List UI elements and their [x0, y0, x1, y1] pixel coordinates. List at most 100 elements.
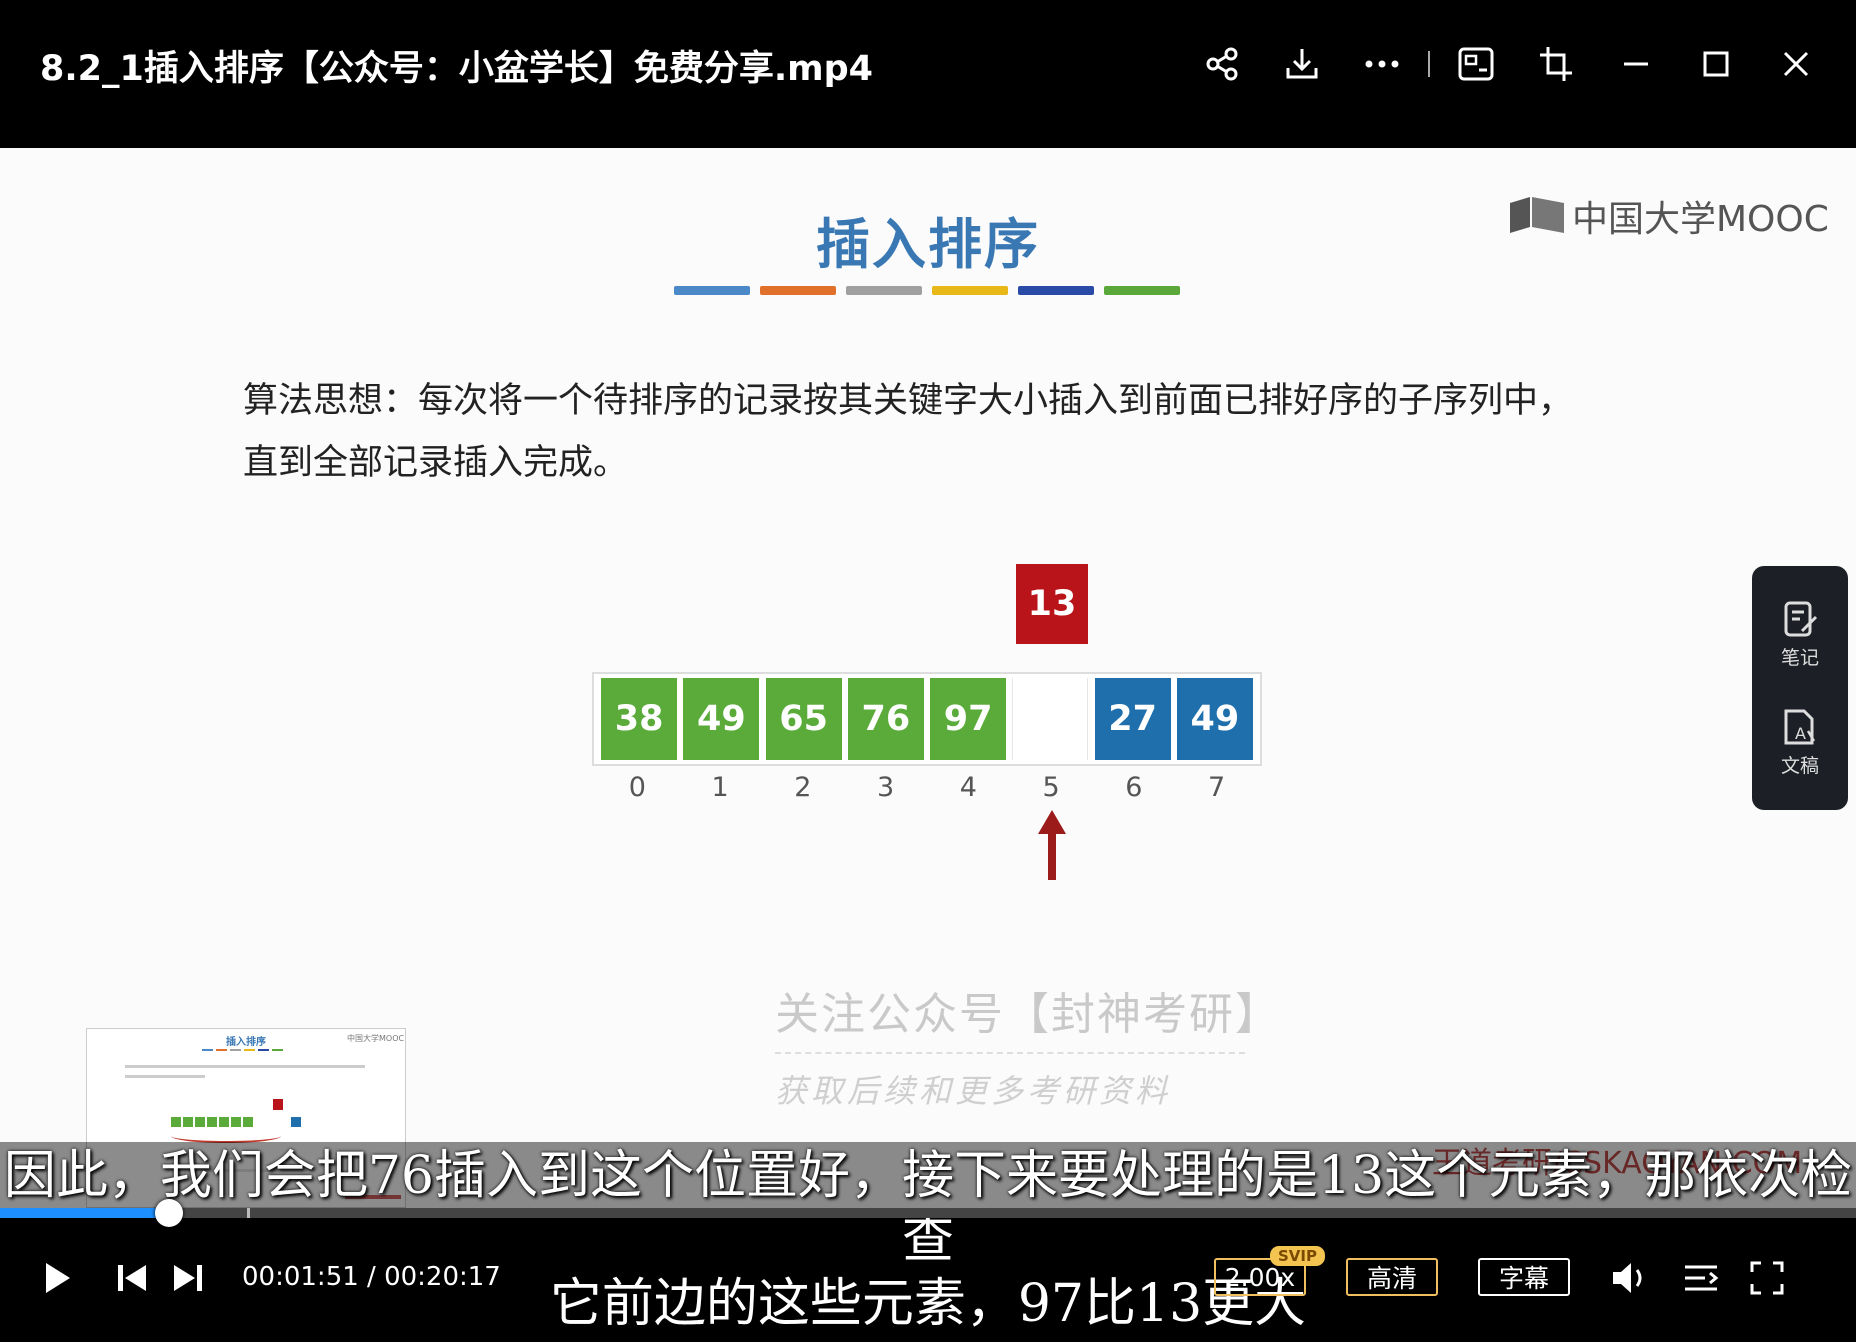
- title-color-bar: [760, 286, 836, 295]
- thumbnail-cell: [195, 1117, 205, 1127]
- total-time: 00:20:17: [384, 1262, 501, 1292]
- thumbnail-cell: [243, 1117, 253, 1127]
- watermark-line-2: 获取后续和更多考研资料: [775, 1072, 1172, 1110]
- previous-button[interactable]: [112, 1254, 152, 1302]
- array-cell-3: 76: [847, 678, 924, 760]
- play-icon: [46, 1263, 70, 1293]
- array-index-6: 6: [1125, 772, 1143, 803]
- array-cell-7: 49: [1176, 678, 1253, 760]
- title-bar: 8.2_1插入排序【公众号：小盆学长】免费分享.mp4: [0, 0, 1856, 146]
- array-index-7: 7: [1208, 772, 1226, 803]
- volume-icon: [1613, 1263, 1642, 1293]
- thumbnail-cell: [183, 1117, 193, 1127]
- insert-position-arrow-icon: [1038, 810, 1066, 880]
- array-cell-0: 38: [601, 678, 678, 760]
- download-icon[interactable]: [1262, 36, 1342, 92]
- next-button[interactable]: [168, 1254, 208, 1302]
- thumbnail-annotation: [171, 1129, 281, 1143]
- mooc-logo: 中国大学MOOC: [1508, 190, 1829, 242]
- thumbnail-color-bar: [230, 1049, 241, 1051]
- thumbnail-cells: [171, 1117, 253, 1127]
- close-icon[interactable]: [1756, 36, 1836, 92]
- window-controls: [1182, 36, 1836, 92]
- mooc-logo-text: 中国大学MOOC: [1572, 199, 1829, 240]
- svg-text:A: A: [1795, 724, 1806, 743]
- more-icon[interactable]: [1342, 36, 1422, 92]
- subtitle-button[interactable]: 字幕: [1478, 1258, 1570, 1296]
- notes-button[interactable]: 笔记: [1780, 599, 1820, 670]
- array-index-4: 4: [959, 772, 977, 803]
- title-color-bar: [1018, 286, 1094, 295]
- array-cell-4: 97: [930, 678, 1007, 760]
- title-color-bar: [674, 286, 750, 295]
- title-color-bar: [846, 286, 922, 295]
- array-index-1: 1: [711, 772, 729, 803]
- time-separator: /: [367, 1262, 376, 1292]
- seek-bar[interactable]: [0, 1199, 1856, 1227]
- thumbnail-text-line: [125, 1075, 205, 1078]
- array-cells: 38 49 65 76 97 27 49: [592, 672, 1262, 766]
- array-index-0: 0: [628, 772, 646, 803]
- seek-buffer-marker: [246, 1208, 250, 1218]
- thumbnail-cell: [207, 1117, 217, 1127]
- previous-icon: [118, 1265, 146, 1291]
- crop-icon[interactable]: [1516, 36, 1596, 92]
- thumbnail-text-line: [125, 1065, 365, 1068]
- next-icon: [174, 1265, 202, 1291]
- thumbnail-cell: [231, 1117, 241, 1127]
- thumbnail-color-bar: [202, 1049, 213, 1051]
- key-element: 13: [1016, 564, 1088, 644]
- screenshot-icon[interactable]: [1436, 36, 1516, 92]
- side-panel: 笔记 A 文稿: [1752, 566, 1848, 810]
- thumbnail-key: [273, 1099, 283, 1110]
- array-index-5: 5: [1042, 772, 1060, 803]
- thumbnail-color-bars: [202, 1049, 283, 1051]
- play-button[interactable]: [36, 1254, 80, 1302]
- title-color-bar: [1104, 286, 1180, 295]
- thumbnail-cell: [171, 1117, 181, 1127]
- array-cell-5: [1012, 678, 1089, 760]
- playlist-button[interactable]: [1676, 1254, 1726, 1302]
- current-time: 00:01:51: [242, 1262, 359, 1292]
- player-controls: 00:01:51 / 00:20:17: [0, 1218, 1856, 1342]
- fullscreen-icon: [1750, 1261, 1784, 1295]
- toolbar-divider: [1428, 51, 1430, 77]
- array-index-3: 3: [877, 772, 895, 803]
- thumbnail-cell: [219, 1117, 229, 1127]
- thumbnail-color-bar: [258, 1049, 269, 1051]
- time-display: 00:01:51 / 00:20:17: [242, 1262, 501, 1292]
- thumbnail-color-bar: [244, 1049, 255, 1051]
- watermark-divider: [775, 1052, 1245, 1054]
- maximize-icon[interactable]: [1676, 36, 1756, 92]
- thumbnail-logo: 中国大学MOOC: [347, 1034, 405, 1043]
- fullscreen-button[interactable]: [1742, 1254, 1792, 1302]
- mooc-book-icon: [1510, 197, 1564, 233]
- array-cell-6: 27: [1094, 678, 1171, 760]
- array-cell-2: 65: [765, 678, 842, 760]
- array-indices: 0 1 2 3 4 5 6 7: [592, 772, 1262, 803]
- volume-button[interactable]: [1608, 1254, 1658, 1302]
- share-icon[interactable]: [1182, 36, 1262, 92]
- quality-button[interactable]: 高清: [1346, 1258, 1438, 1296]
- video-title: 8.2_1插入排序【公众号：小盆学长】免费分享.mp4: [40, 49, 874, 89]
- transcript-button[interactable]: A 文稿: [1780, 707, 1820, 778]
- algorithm-idea: 算法思想：每次将一个待排序的记录按其关键字大小插入到前面已排好序的子序列中， 直…: [243, 370, 1663, 494]
- title-color-bar: [932, 286, 1008, 295]
- thumbnail-color-bar: [272, 1049, 283, 1051]
- thumbnail-color-bar: [216, 1049, 227, 1051]
- idea-line-1: 算法思想：每次将一个待排序的记录按其关键字大小插入到前面已排好序的子序列中，: [243, 381, 1574, 421]
- array-cell-1: 49: [683, 678, 760, 760]
- thumbnail-cell-blue: [291, 1117, 301, 1127]
- svip-badge: SVIP: [1270, 1246, 1325, 1266]
- note-icon: [1784, 601, 1818, 636]
- doc-label: 文稿: [1780, 754, 1819, 777]
- playlist-icon: [1685, 1265, 1719, 1291]
- minimize-icon[interactable]: [1596, 36, 1676, 92]
- document-icon: A: [1784, 709, 1816, 744]
- idea-line-2: 直到全部记录插入完成。: [243, 443, 629, 483]
- title-color-bars: [674, 286, 1180, 295]
- notes-label: 笔记: [1780, 646, 1819, 669]
- watermark-line-1: 关注公众号【封神考研】: [775, 989, 1281, 1040]
- seek-progress: [0, 1208, 170, 1218]
- array-index-2: 2: [794, 772, 812, 803]
